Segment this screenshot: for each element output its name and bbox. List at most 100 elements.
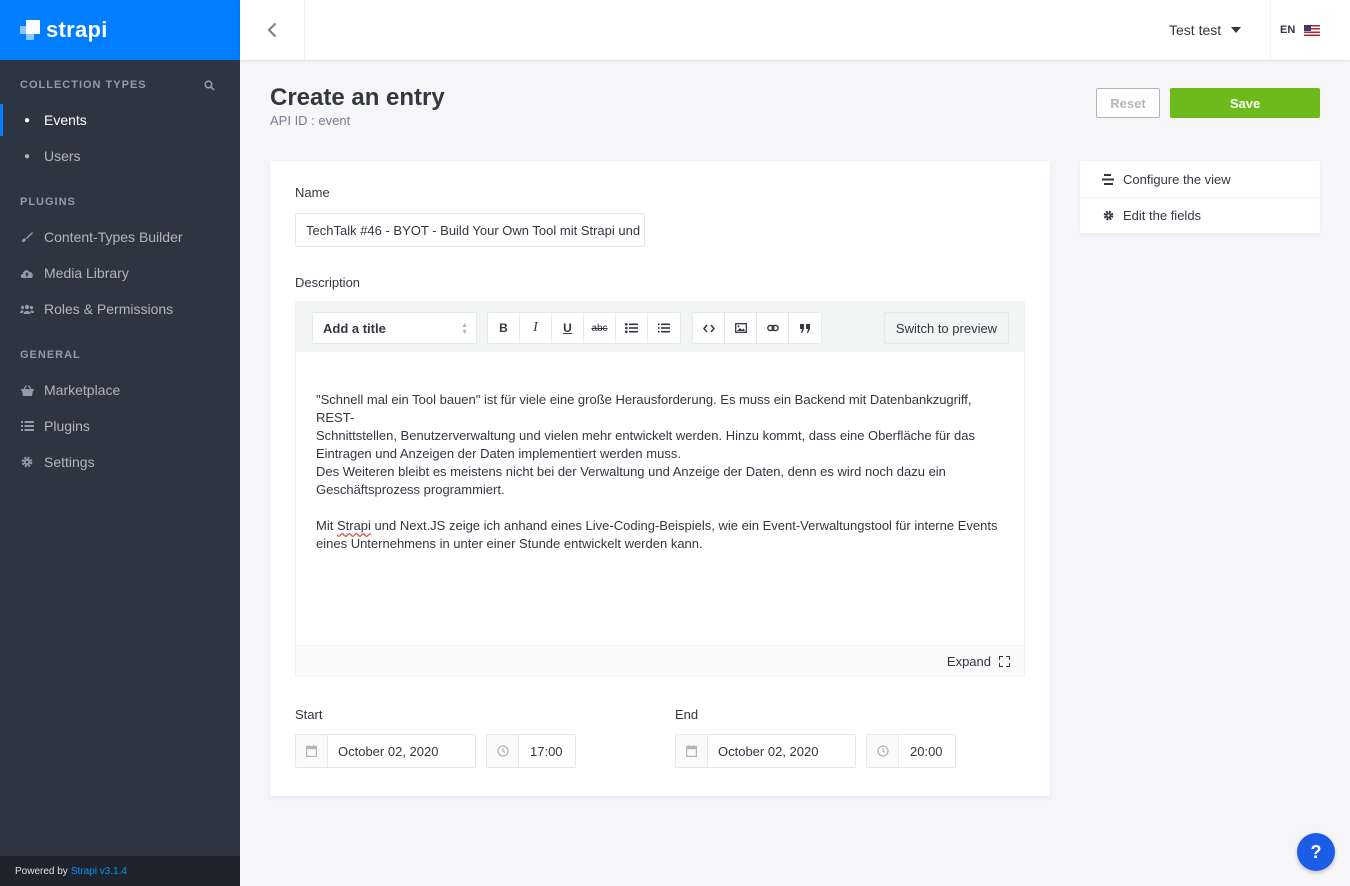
editor-toolbar: Add a title ▲ ▼ B I U abc Switch to prev… <box>296 302 1024 352</box>
expand-button[interactable]: Expand <box>296 645 1024 676</box>
description-line: Eintragen und Anzeigen der Daten impleme… <box>316 446 681 461</box>
link-button[interactable] <box>757 313 789 343</box>
sidebar-item-label: Events <box>44 112 87 128</box>
name-label: Name <box>295 185 330 200</box>
sidebar-item-label: Media Library <box>44 265 129 281</box>
save-button[interactable]: Save <box>1170 88 1320 118</box>
numbered-list-button[interactable] <box>648 313 680 343</box>
sidebar-item-plugins[interactable]: Plugins <box>0 408 240 444</box>
description-textarea[interactable]: "Schnell mal ein Tool bauen" ist für vie… <box>316 391 1006 553</box>
numbered-list-icon <box>658 323 670 333</box>
paintbrush-icon <box>20 231 34 243</box>
strapi-logo[interactable]: strapi <box>0 0 240 60</box>
description-line: Schnittstellen, Benutzerverwaltung und v… <box>316 428 975 443</box>
description-line: Geschäftsprozess programmiert. <box>316 482 505 497</box>
general-title: General <box>20 349 81 361</box>
code-icon <box>702 324 715 332</box>
end-label: End <box>675 707 699 722</box>
api-id: API ID : event <box>270 113 351 128</box>
sidebar-item-settings[interactable]: Settings <box>0 444 240 480</box>
brand-name: strapi <box>46 17 108 42</box>
language-switcher[interactable]: EN <box>1270 0 1321 60</box>
end-date-value: October 02, 2020 <box>718 743 819 759</box>
name-input[interactable]: TechTalk #46 - BYOT - Build Your Own Too… <box>295 213 645 247</box>
image-button[interactable] <box>725 313 757 343</box>
fullscreen-icon <box>999 655 1010 667</box>
edit-fields-link[interactable]: Edit the fields <box>1080 197 1320 233</box>
side-actions-panel: Configure the view Edit the fields <box>1080 161 1320 233</box>
reset-button[interactable]: Reset <box>1096 88 1160 118</box>
powered-by-prefix: Powered by <box>15 865 68 877</box>
heading-select[interactable]: Add a title ▲ ▼ <box>312 312 477 344</box>
plugins-header: Plugins <box>0 192 240 212</box>
help-button[interactable]: ? <box>1297 833 1335 871</box>
description-label: Description <box>295 275 361 290</box>
wysiwyg-editor: Add a title ▲ ▼ B I U abc Switch to prev… <box>295 301 1025 677</box>
quote-icon <box>800 323 810 333</box>
configure-view-link[interactable]: Configure the view <box>1080 161 1320 197</box>
collection-types-header: Collection Types <box>0 75 240 95</box>
end-time-input[interactable]: 20:00 <box>866 734 956 768</box>
sidebar-item-label: Marketplace <box>44 382 121 398</box>
top-bar: Test test EN <box>240 0 1350 60</box>
description-line: Des Weiteren bleibt es meistens nicht be… <box>316 464 946 479</box>
bullet-icon: ● <box>23 114 31 126</box>
sidebar-item-label: Roles & Permissions <box>44 301 174 317</box>
underline-button[interactable]: U <box>552 313 584 343</box>
bold-button[interactable]: B <box>488 313 520 343</box>
start-date-input[interactable]: October 02, 2020 <box>295 734 476 768</box>
edit-fields-label: Edit the fields <box>1123 208 1202 223</box>
start-time-value: 17:00 <box>530 743 563 759</box>
strapi-version-link[interactable]: Strapi v3.1.4 <box>71 866 127 877</box>
description-line: Mit Strapi und Next.JS zeige ich anhand … <box>316 518 998 533</box>
clock-icon <box>487 735 519 767</box>
image-icon <box>734 323 747 333</box>
configure-view-label: Configure the view <box>1123 171 1231 187</box>
list-icon <box>20 421 34 431</box>
bulleted-list-icon <box>625 323 638 333</box>
language-code: EN <box>1280 24 1296 36</box>
chevron-left-icon <box>267 22 277 38</box>
calendar-icon <box>296 735 328 767</box>
calendar-icon <box>676 735 708 767</box>
switch-to-preview-button[interactable]: Switch to preview <box>884 312 1009 344</box>
sidebar-item-events[interactable]: ● Events <box>0 102 240 138</box>
gear-icon <box>20 456 34 468</box>
description-line: eines Unternehmens in unter einer Stunde… <box>316 536 703 551</box>
format-group: B I U abc <box>487 312 681 344</box>
sidebar-item-marketplace[interactable]: Marketplace <box>0 372 240 408</box>
gear-icon <box>1101 210 1115 221</box>
strikethrough-button[interactable]: abc <box>584 313 616 343</box>
caret-down-icon <box>1231 27 1242 33</box>
link-icon <box>766 324 779 332</box>
italic-button[interactable]: I <box>520 313 552 343</box>
layout-icon <box>1101 173 1115 185</box>
start-date-value: October 02, 2020 <box>338 743 439 759</box>
sidebar-item-users[interactable]: ● Users <box>0 138 240 174</box>
sidebar-item-media-library[interactable]: Media Library <box>0 255 240 291</box>
start-time-input[interactable]: 17:00 <box>486 734 576 768</box>
sidebar-item-roles-permissions[interactable]: Roles & Permissions <box>0 291 240 327</box>
expand-label: Expand <box>946 653 991 669</box>
select-arrows-icon: ▲ ▼ <box>461 322 468 336</box>
general-header: General <box>0 345 240 365</box>
insert-group <box>692 312 822 344</box>
search-icon[interactable] <box>204 79 215 91</box>
user-menu[interactable]: Test test <box>1169 0 1242 60</box>
plugins-title: Plugins <box>20 196 76 208</box>
sidebar-item-label: Plugins <box>44 418 90 434</box>
bulleted-list-button[interactable] <box>616 313 648 343</box>
user-name: Test test <box>1169 22 1222 38</box>
back-button[interactable] <box>240 0 305 60</box>
start-label: Start <box>295 707 323 722</box>
sidebar-item-content-types-builder[interactable]: Content-Types Builder <box>0 219 240 255</box>
end-time-value: 20:00 <box>910 743 943 759</box>
end-date-input[interactable]: October 02, 2020 <box>675 734 856 768</box>
description-line: "Schnell mal ein Tool bauen" ist für vie… <box>316 392 972 425</box>
collection-types-title: Collection Types <box>20 79 147 91</box>
quote-button[interactable] <box>789 313 821 343</box>
sidebar-item-label: Content-Types Builder <box>44 229 183 245</box>
code-button[interactable] <box>693 313 725 343</box>
page-title: Create an entry <box>270 84 445 111</box>
strapi-logo-icon <box>20 20 42 40</box>
